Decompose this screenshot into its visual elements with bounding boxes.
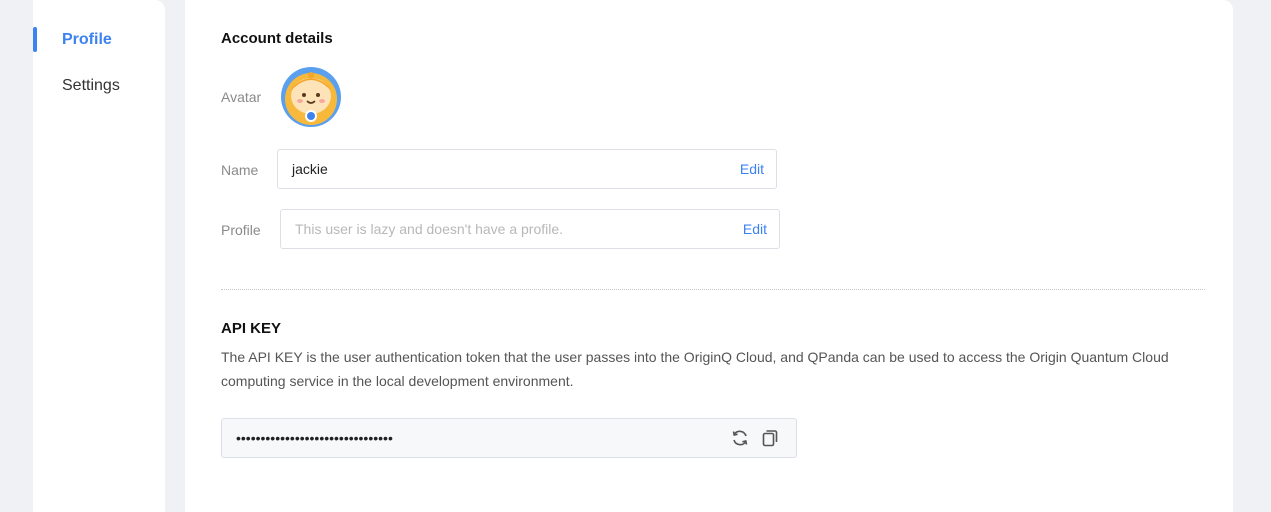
api-key-value: •••••••••••••••••••••••••••••••• <box>236 430 393 446</box>
sidebar-item-profile[interactable]: Profile <box>33 26 165 54</box>
api-key-description: The API KEY is the user authentication t… <box>221 349 1169 389</box>
page: Profile Settings Account details Avatar <box>0 0 1271 512</box>
sidebar-item-settings[interactable]: Settings <box>33 72 165 100</box>
account-details-title: Account details <box>221 30 333 47</box>
avatar[interactable] <box>280 66 342 128</box>
main-panel: Account details Avatar Name jackie Edit <box>185 0 1233 512</box>
profile-edit-button[interactable]: Edit <box>743 210 767 248</box>
avatar-label: Avatar <box>221 89 262 105</box>
section-divider <box>221 289 1205 290</box>
profile-placeholder: This user is lazy and doesn't have a pro… <box>295 221 564 237</box>
refresh-icon[interactable] <box>730 428 750 448</box>
name-edit-button[interactable]: Edit <box>740 150 764 188</box>
api-key-title: API KEY <box>221 320 282 337</box>
api-key-field: •••••••••••••••••••••••••••••••• <box>221 418 797 458</box>
name-field[interactable]: jackie Edit <box>277 149 777 189</box>
copy-icon[interactable] <box>760 428 780 448</box>
name-value: jackie <box>292 161 328 177</box>
avatar-image <box>281 67 341 127</box>
sidebar: Profile Settings <box>33 0 165 512</box>
profile-label: Profile <box>221 222 261 238</box>
profile-field[interactable]: This user is lazy and doesn't have a pro… <box>280 209 780 249</box>
name-label: Name <box>221 162 259 178</box>
